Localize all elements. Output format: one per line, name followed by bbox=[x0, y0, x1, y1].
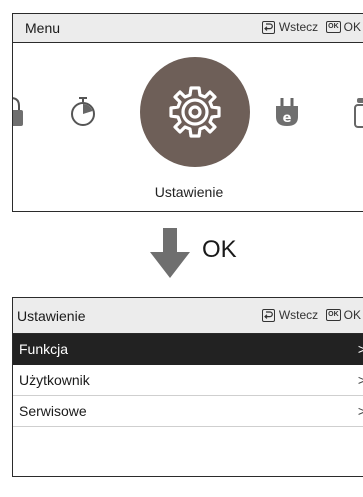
gear-icon bbox=[169, 86, 221, 138]
timer-icon[interactable] bbox=[69, 96, 97, 128]
list-item-serwisowe[interactable]: Serwisowe > bbox=[13, 396, 363, 427]
settings-screen: Ustawienie Wstecz OK OK Funkcja > Użytko… bbox=[12, 297, 363, 477]
ok-badge-icon[interactable]: OK bbox=[326, 309, 341, 321]
ok-label[interactable]: OK bbox=[344, 308, 361, 322]
partial-icon[interactable] bbox=[354, 96, 363, 130]
back-label[interactable]: Wstecz bbox=[279, 20, 318, 34]
menu-header-controls: Wstecz OK OK bbox=[261, 20, 361, 34]
lock-icon[interactable] bbox=[12, 94, 25, 128]
selected-menu-label: Ustawienie bbox=[154, 184, 224, 200]
back-icon[interactable] bbox=[261, 308, 275, 322]
list-item-label: Funkcja bbox=[19, 341, 69, 357]
chevron-right-icon: > bbox=[358, 403, 363, 419]
chevron-right-icon: > bbox=[358, 341, 363, 357]
transition-ok-label: OK bbox=[202, 236, 237, 263]
back-icon[interactable] bbox=[261, 20, 275, 34]
menu-screen: Menu Wstecz OK OK Ustawienie e bbox=[12, 13, 363, 212]
back-label[interactable]: Wstecz bbox=[279, 308, 318, 322]
chevron-right-icon: > bbox=[358, 372, 363, 388]
list-item-uzytkownik[interactable]: Użytkownik > bbox=[13, 365, 363, 396]
settings-header-controls: Wstecz OK OK bbox=[261, 308, 361, 322]
settings-selected-icon[interactable] bbox=[140, 57, 250, 167]
list-item-funkcja[interactable]: Funkcja > bbox=[13, 334, 363, 365]
down-arrow-icon bbox=[150, 228, 190, 278]
energy-plug-icon[interactable]: e bbox=[275, 97, 299, 129]
menu-header: Menu Wstecz OK OK bbox=[13, 14, 363, 43]
settings-header: Ustawienie Wstecz OK OK bbox=[13, 298, 363, 334]
svg-text:e: e bbox=[283, 111, 292, 126]
ok-label[interactable]: OK bbox=[344, 20, 361, 34]
ok-badge-icon[interactable]: OK bbox=[326, 21, 341, 33]
settings-list: Funkcja > Użytkownik > Serwisowe > bbox=[13, 334, 363, 427]
settings-title: Ustawienie bbox=[17, 308, 86, 324]
menu-title: Menu bbox=[25, 20, 61, 36]
list-item-label: Serwisowe bbox=[19, 403, 87, 419]
list-item-label: Użytkownik bbox=[19, 372, 90, 388]
